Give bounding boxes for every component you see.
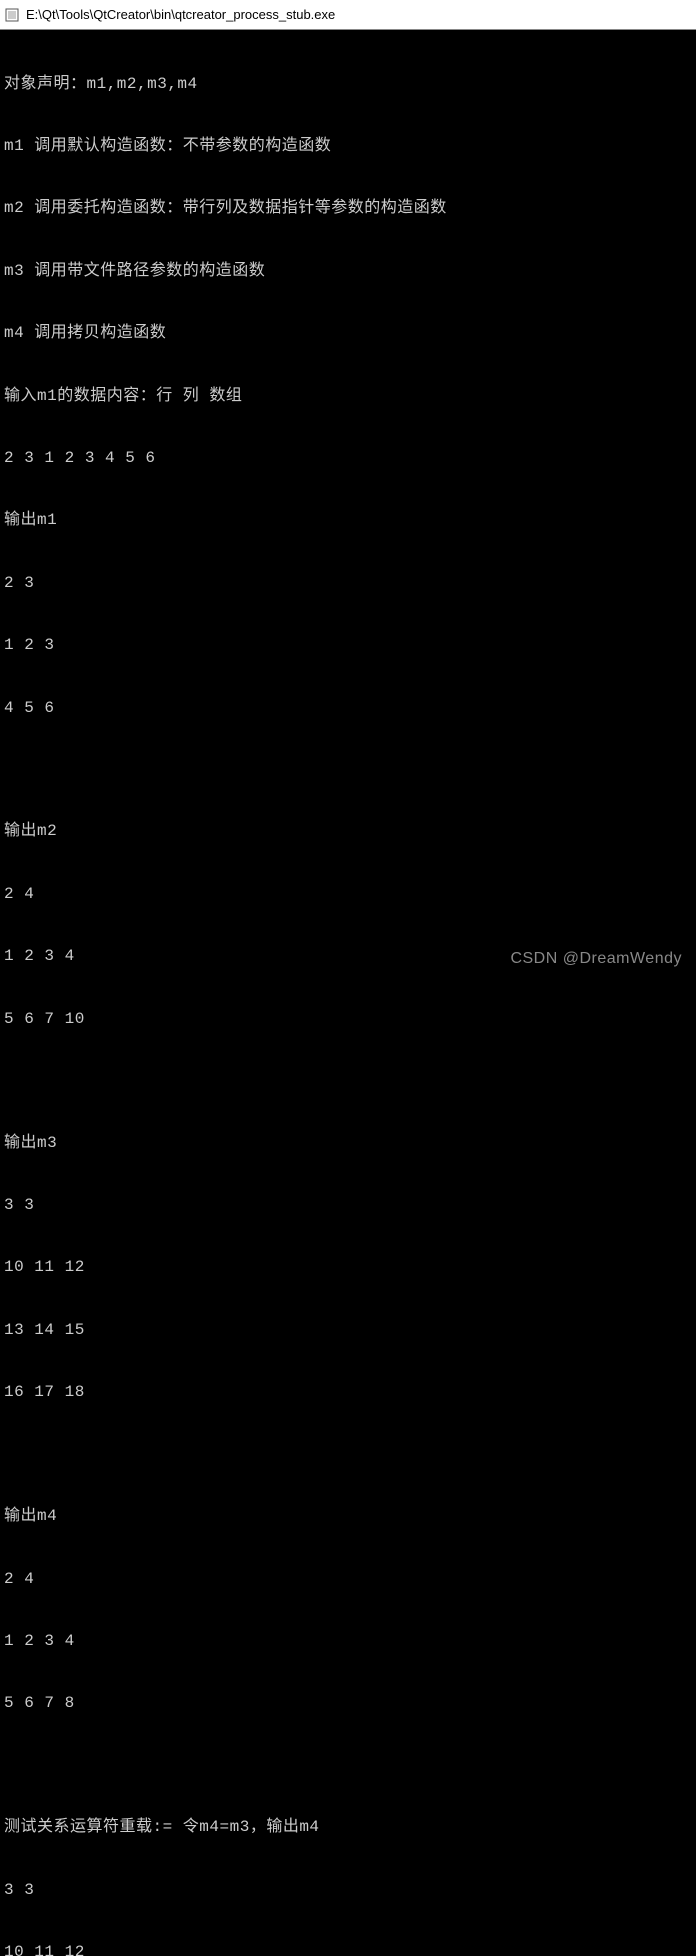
console-line: 1 2 3 [4, 635, 692, 656]
console-line: m1 调用默认构造函数：不带参数的构造函数 [4, 136, 692, 157]
console-line: 2 4 [4, 1569, 692, 1590]
console-line [4, 1445, 692, 1465]
console-line: 输出m2 [4, 821, 692, 842]
console-line: 1 2 3 4 [4, 1631, 692, 1652]
console-line: 输出m4 [4, 1506, 692, 1527]
console-line: 10 11 12 [4, 1942, 692, 1956]
console-line: 2 4 [4, 884, 692, 905]
console-line: m3 调用带文件路径参数的构造函数 [4, 261, 692, 282]
console-line [4, 760, 692, 780]
watermark-text: CSDN @DreamWendy [510, 950, 682, 968]
console-line: 3 3 [4, 1195, 692, 1216]
console-output: 对象声明：m1,m2,m3,m4 m1 调用默认构造函数：不带参数的构造函数 m… [0, 30, 696, 1956]
console-line: 对象声明：m1,m2,m3,m4 [4, 74, 692, 95]
console-line: 10 11 12 [4, 1257, 692, 1278]
window-title: E:\Qt\Tools\QtCreator\bin\qtcreator_proc… [26, 7, 335, 22]
console-line [4, 1071, 692, 1091]
window-title-bar: E:\Qt\Tools\QtCreator\bin\qtcreator_proc… [0, 0, 696, 30]
console-line: 2 3 1 2 3 4 5 6 [4, 448, 692, 469]
console-line: 输出m3 [4, 1133, 692, 1154]
console-line: 16 17 18 [4, 1382, 692, 1403]
console-line: m4 调用拷贝构造函数 [4, 323, 692, 344]
console-line: 输出m1 [4, 510, 692, 531]
console-line: 5 6 7 10 [4, 1009, 692, 1030]
console-line [4, 1756, 692, 1776]
console-line: 2 3 [4, 573, 692, 594]
console-line: 13 14 15 [4, 1320, 692, 1341]
console-line: 输入m1的数据内容：行 列 数组 [4, 386, 692, 407]
console-line: 3 3 [4, 1880, 692, 1901]
console-line: m2 调用委托构造函数：带行列及数据指针等参数的构造函数 [4, 198, 692, 219]
window-icon [4, 7, 20, 23]
console-line: 测试关系运算符重载:= 令m4=m3，输出m4 [4, 1817, 692, 1838]
console-line: 5 6 7 8 [4, 1693, 692, 1714]
console-line: 4 5 6 [4, 698, 692, 719]
